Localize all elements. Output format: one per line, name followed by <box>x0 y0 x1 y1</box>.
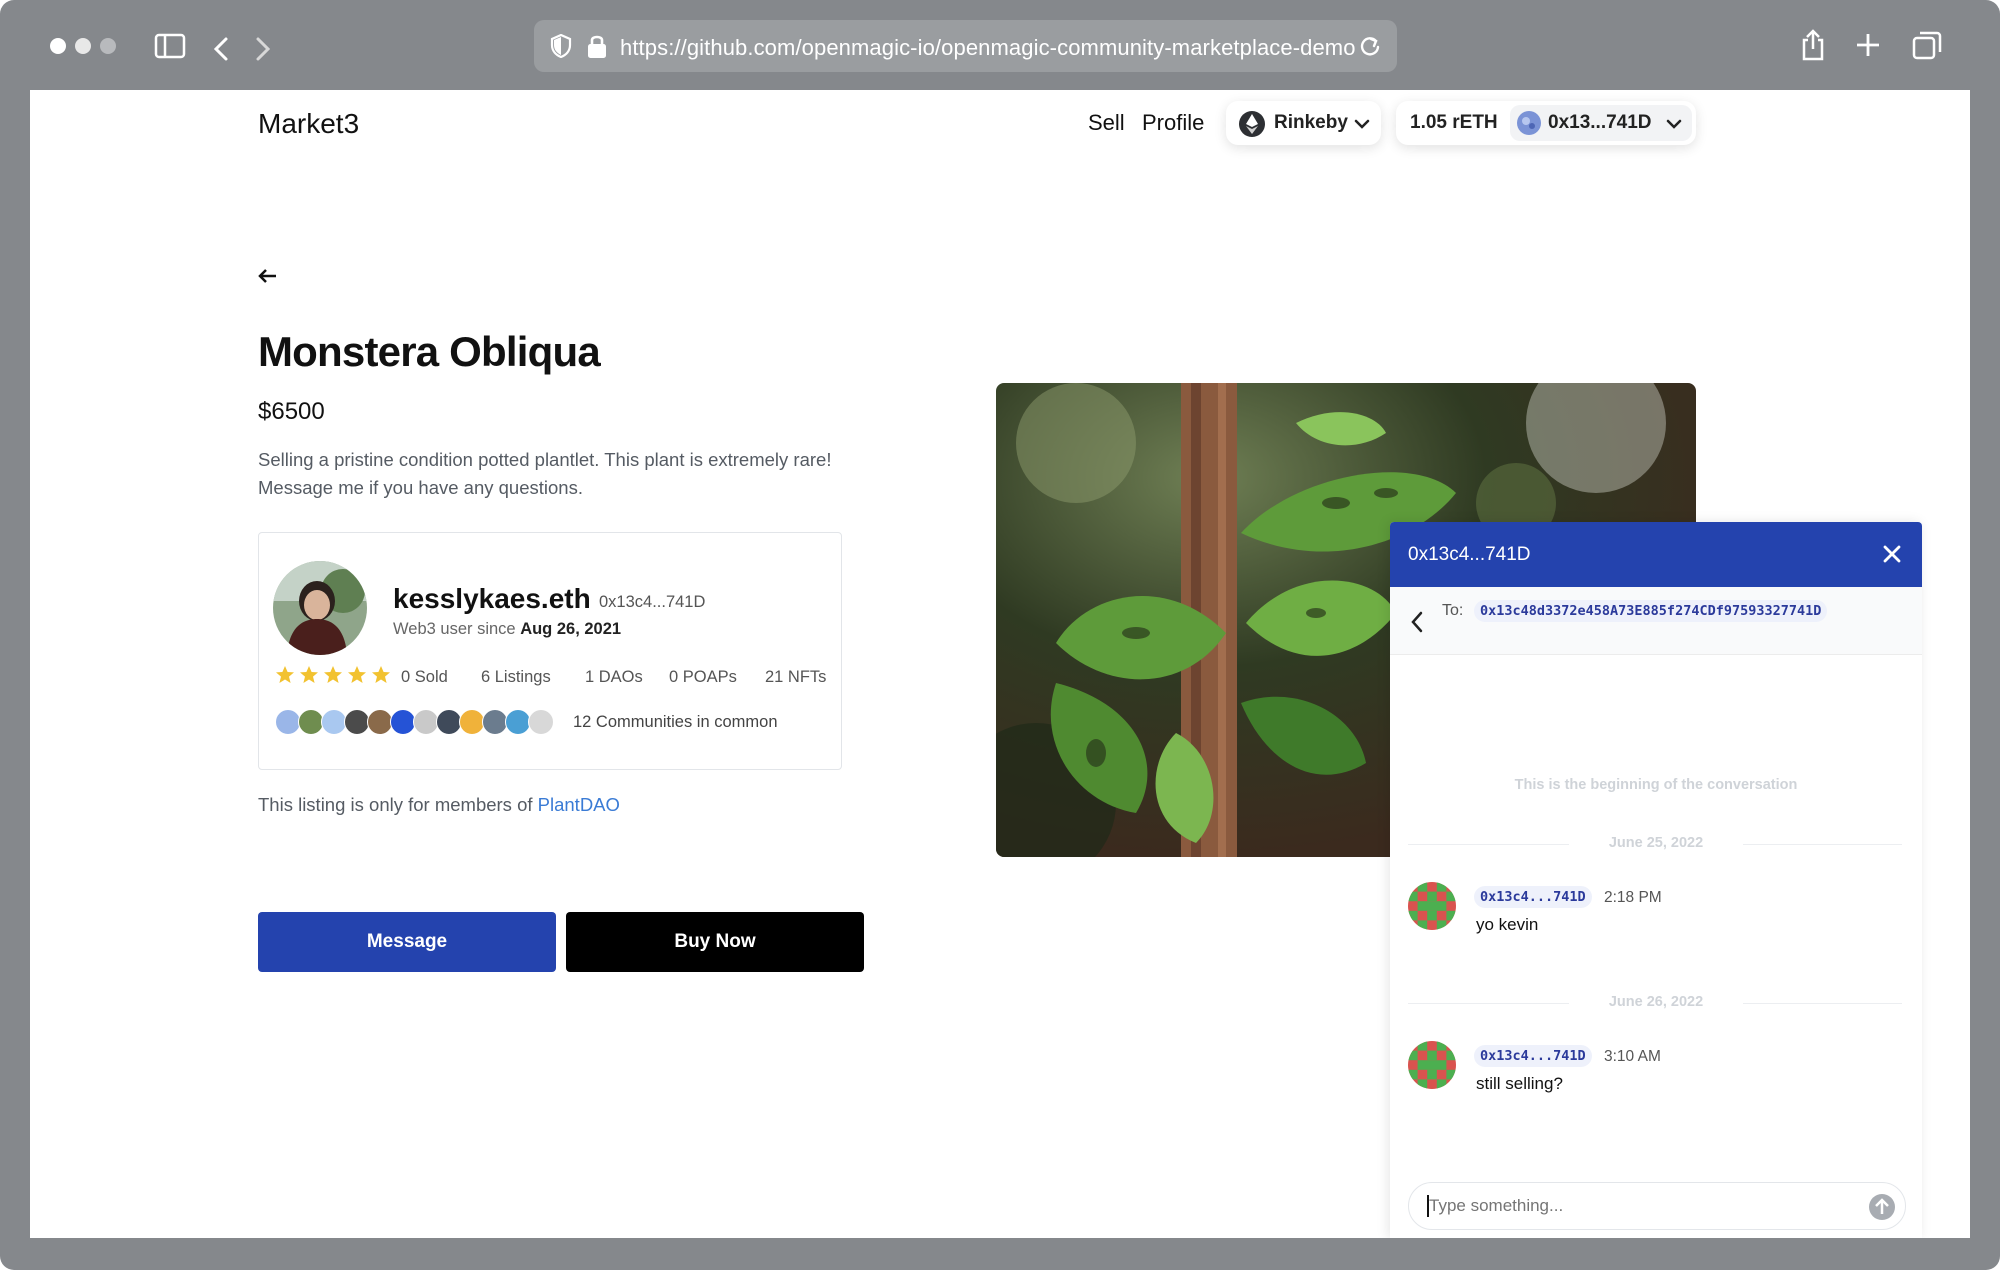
window-controls[interactable] <box>50 38 116 54</box>
listing-description: Selling a pristine condition potted plan… <box>258 449 832 498</box>
stat-nfts: 21 NFTs <box>765 668 827 686</box>
message-sender[interactable]: 0x13c4...741D <box>1474 886 1592 908</box>
seller-name[interactable]: kesslykaes.eth <box>393 583 591 615</box>
seller-rating <box>275 665 391 685</box>
date-separator: June 25, 2022 <box>1390 835 1922 851</box>
url-text: https://github.com/openmagic-io/openmagi… <box>620 35 1356 60</box>
ethereum-icon <box>1239 111 1265 137</box>
recipient-row: To: 0x13c48d3372e458A73E885f274CDf975933… <box>1390 587 1922 655</box>
page-viewport: Market3 Sell Profile Rinkeby 1.05 rETH 0… <box>30 90 1970 1238</box>
seller-since: Web3 user since Aug 26, 2021 <box>393 620 622 638</box>
listing-title: Monstera Obliqua <box>258 328 601 375</box>
stat-listings: 6 Listings <box>481 668 551 686</box>
tabs-overview-icon[interactable] <box>1912 30 1942 60</box>
conversation-start: This is the beginning of the conversatio… <box>1514 777 1798 793</box>
account-button[interactable]: 0x13...741D <box>1510 105 1692 141</box>
message-time: 3:10 AM <box>1604 1048 1661 1065</box>
back-icon[interactable] <box>212 36 230 62</box>
back-arrow-icon[interactable] <box>258 268 278 284</box>
network-selector[interactable]: Rinkeby <box>1226 101 1381 145</box>
message-text: still selling? <box>1476 1074 1563 1093</box>
chat-header: 0x13c4...741D <box>1390 522 1922 587</box>
lock-icon <box>588 35 606 58</box>
sidebar-toggle-icon[interactable] <box>154 33 186 59</box>
listing-price: $6500 <box>258 398 325 425</box>
wallet-pill[interactable]: 1.05 rETH 0x13...741D <box>1396 101 1696 145</box>
community-avatar[interactable] <box>528 709 554 735</box>
chat-panel: 0x13c4...741D To: 0x13c48d3372e458A73E88… <box>1390 522 1922 1238</box>
star-icon <box>372 666 390 683</box>
reload-icon[interactable] <box>1359 35 1381 57</box>
sender-avatar[interactable] <box>1408 882 1456 930</box>
send-button[interactable] <box>1869 1194 1895 1220</box>
network-name: Rinkeby <box>1274 112 1348 133</box>
shield-icon <box>550 34 572 58</box>
seller-avatar[interactable] <box>273 561 367 655</box>
message-button[interactable]: Message <box>258 912 556 972</box>
star-icon <box>348 666 366 683</box>
to-label: To: <box>1442 602 1464 619</box>
new-tab-icon[interactable] <box>1855 32 1881 58</box>
nav-sell[interactable]: Sell <box>1088 110 1125 136</box>
chevron-down-icon <box>1666 119 1682 129</box>
forward-icon[interactable] <box>254 36 272 62</box>
recipient-address: 0x13c48d3372e458A73E885f274CDf9759332774… <box>1474 600 1828 622</box>
sender-avatar[interactable] <box>1408 1041 1456 1089</box>
account-avatar-icon <box>1517 111 1541 135</box>
stat-poaps: 0 POAPs <box>669 668 737 686</box>
share-icon[interactable] <box>1800 28 1826 62</box>
star-icon <box>276 666 294 683</box>
message-sender[interactable]: 0x13c4...741D <box>1474 1045 1592 1067</box>
message-composer[interactable] <box>1408 1182 1906 1230</box>
message-time: 2:18 PM <box>1604 889 1662 906</box>
communities-in-common[interactable]: 12 Communities in common <box>573 713 778 732</box>
community-avatars[interactable] <box>275 709 554 735</box>
chat-title: 0x13c4...741D <box>1408 544 1531 565</box>
address-bar[interactable]: https://github.com/openmagic-io/openmagi… <box>534 20 1397 72</box>
date-separator: June 26, 2022 <box>1390 994 1922 1010</box>
close-icon[interactable] <box>1882 544 1902 564</box>
arrow-up-icon <box>1875 1198 1889 1214</box>
brand-logo[interactable]: Market3 <box>258 108 359 140</box>
star-icon <box>300 666 318 683</box>
star-icon <box>324 666 342 683</box>
browser-window: https://github.com/openmagic-io/openmagi… <box>0 0 2000 1270</box>
stat-daos: 1 DAOs <box>585 668 643 686</box>
chevron-left-icon[interactable] <box>1410 611 1424 633</box>
plantdao-link[interactable]: PlantDAO <box>538 794 620 815</box>
message-text: yo kevin <box>1476 915 1539 934</box>
seller-address: 0x13c4...741D <box>599 593 706 611</box>
stat-sold: 0 Sold <box>401 668 448 686</box>
account-address: 0x13...741D <box>1548 112 1652 133</box>
message-input[interactable] <box>1429 1193 1849 1219</box>
membership-note: This listing is only for members of Plan… <box>258 794 620 815</box>
wallet-balance: 1.05 rETH <box>1410 112 1498 133</box>
nav-profile[interactable]: Profile <box>1142 110 1204 136</box>
chevron-down-icon <box>1354 119 1370 129</box>
buy-now-button[interactable]: Buy Now <box>566 912 864 972</box>
seller-card[interactable]: kesslykaes.eth 0x13c4...741D Web3 user s… <box>258 532 842 770</box>
